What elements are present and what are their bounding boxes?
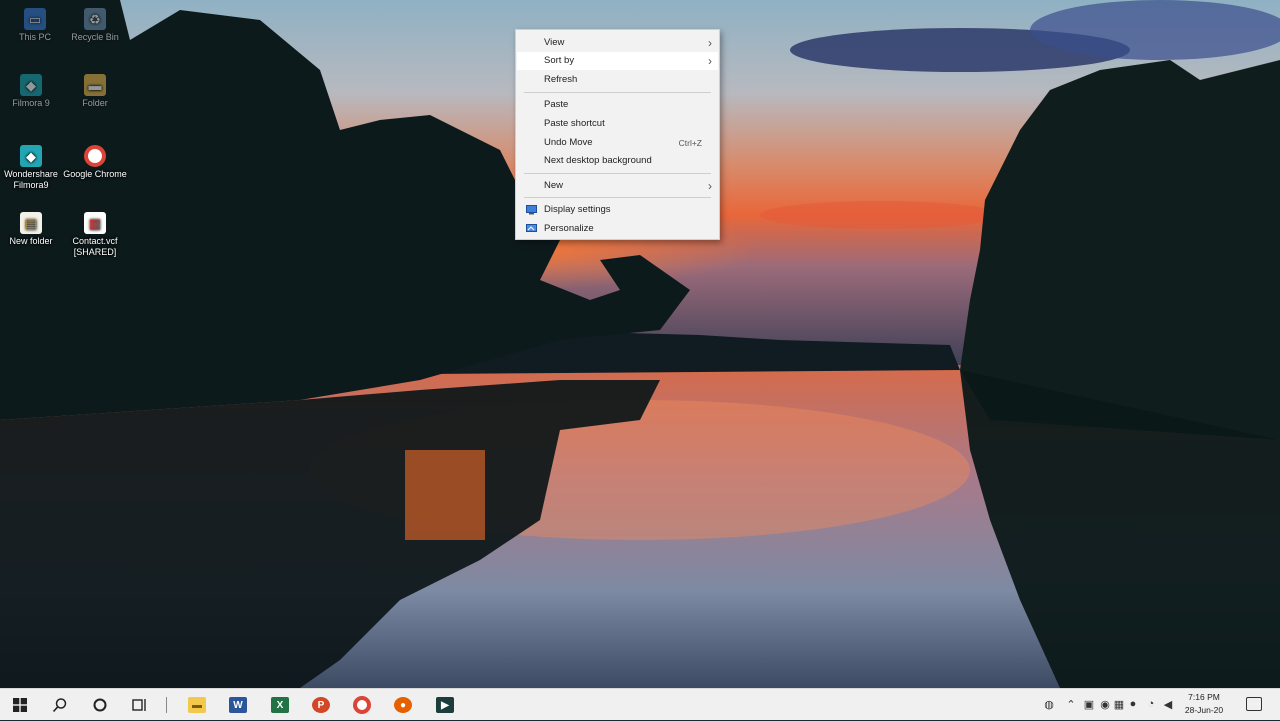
menu-item-label: Undo Move [544, 137, 593, 148]
taskbar-divider [166, 697, 167, 713]
desktop-icon-folder[interactable]: ▬ Folder [62, 74, 128, 109]
menu-item-label: Next desktop background [544, 155, 652, 166]
taskbar-firefox[interactable]: ● [383, 689, 423, 721]
taskbar-clock[interactable]: 7:16 PM 28-Jun-20 [1180, 691, 1228, 717]
chevron-right-icon: › [708, 179, 712, 193]
menu-item-label: Refresh [544, 74, 578, 85]
desktop-icon-label: Filmora 9 [12, 98, 50, 108]
vcf-file-icon: ▥ [84, 212, 106, 234]
search-icon [52, 698, 67, 713]
notification-center-icon[interactable] [1246, 697, 1262, 711]
tray-app-icon[interactable]: ▦ [1112, 697, 1126, 711]
taskbar-word[interactable]: W [218, 689, 258, 721]
desktop-icon-new-folder[interactable]: ▤ New folder [0, 212, 64, 247]
desktop-icon-label: This PC [18, 32, 51, 42]
chevron-right-icon: › [708, 54, 712, 68]
menu-item-label: Sort by [544, 55, 575, 66]
file-explorer-icon: ▬ [188, 697, 206, 713]
desktop-context-menu: View › Sort by › Refresh Paste Paste sho… [515, 29, 720, 240]
desktop-icon-label: Recycle Bin [71, 32, 119, 42]
taskbar: ▬ W X P ● ▶ ◍ ⌃ ▣ ◉ ▦ ● ◔ ◀ 7:16 PM 28-J… [0, 688, 1280, 720]
menu-item-label: View [544, 37, 565, 48]
folder-icon: ▬ [84, 74, 106, 96]
desktop-icon-label: New folder [9, 236, 53, 246]
chevron-right-icon: › [708, 36, 712, 50]
cortana-icon [93, 698, 107, 712]
menu-item-label: Display settings [544, 204, 611, 215]
word-icon: W [229, 697, 247, 713]
tray-app-icon[interactable]: ▣ [1082, 697, 1096, 711]
taskbar-excel[interactable]: X [260, 689, 300, 721]
menu-separator [524, 92, 711, 93]
start-button[interactable] [0, 689, 40, 721]
desktop-icon-recycle-bin[interactable]: ♻ Recycle Bin [62, 8, 128, 43]
clock-date: 28-Jun-20 [1184, 705, 1224, 715]
taskbar-file-explorer[interactable]: ▬ [177, 689, 217, 721]
menu-item-label: Paste [544, 99, 569, 110]
desktop-icon-google-chrome[interactable]: Google Chrome [62, 145, 128, 180]
personalize-icon [526, 224, 537, 232]
search-button[interactable] [40, 689, 80, 721]
recycle-bin-icon: ♻ [84, 8, 106, 30]
desktop-icon-label: Contact.vcf [SHARED] [72, 236, 118, 257]
menu-item-undo-move[interactable]: Undo Move Ctrl+Z [517, 134, 718, 152]
chrome-icon [353, 696, 371, 714]
volume-icon[interactable]: ◀ [1161, 697, 1175, 711]
chevron-up-icon[interactable]: ⌃ [1064, 697, 1078, 711]
menu-item-shortcut: Ctrl+Z [678, 138, 702, 148]
menu-item-display-settings[interactable]: Display settings [517, 201, 718, 219]
desktop-icon-label: Google Chrome [63, 169, 127, 179]
menu-item-paste[interactable]: Paste [517, 96, 718, 114]
menu-separator [524, 173, 711, 174]
desktop-icon-contact-vcf[interactable]: ▥ Contact.vcf [SHARED] [62, 212, 128, 258]
menu-item-new[interactable]: New › [517, 177, 718, 195]
menu-item-next-desktop-background[interactable]: Next desktop background [517, 152, 718, 170]
file-icon: ▤ [20, 212, 42, 234]
microphone-icon[interactable]: ● [1126, 697, 1140, 711]
taskbar-chrome[interactable] [342, 689, 382, 721]
wifi-icon[interactable]: ◔ [1144, 697, 1158, 711]
filmora-taskbar-icon: ▶ [436, 697, 454, 713]
desktop-icon-filmora[interactable]: ◆ Filmora 9 [0, 74, 64, 109]
powerpoint-icon: P [312, 697, 330, 713]
desktop-icon-wondershare-filmora[interactable]: ◆ Wondershare Filmora9 [0, 145, 64, 191]
network-people-icon[interactable]: ◍ [1042, 697, 1056, 711]
menu-item-paste-shortcut[interactable]: Paste shortcut [517, 115, 718, 133]
computer-icon: ▭ [24, 8, 46, 30]
menu-item-label: Personalize [544, 223, 594, 234]
filmora-app-icon: ◆ [20, 145, 42, 167]
firefox-icon: ● [394, 697, 412, 713]
desktop-icon-label: Wondershare Filmora9 [4, 169, 58, 190]
menu-item-personalize[interactable]: Personalize [517, 220, 718, 238]
taskbar-filmora[interactable]: ▶ [425, 689, 465, 721]
taskbar-powerpoint[interactable]: P [301, 689, 341, 721]
task-view-icon [132, 699, 146, 711]
desktop-icon-label: Folder [82, 98, 108, 108]
menu-item-refresh[interactable]: Refresh [517, 71, 718, 89]
menu-item-label: New [544, 180, 564, 191]
menu-separator [524, 197, 711, 198]
tray-app-icon[interactable]: ◉ [1098, 697, 1112, 711]
cortana-button[interactable] [80, 689, 120, 721]
filmora-icon: ◆ [20, 74, 42, 96]
menu-item-sort-by[interactable]: Sort by › [517, 52, 718, 70]
menu-item-label: Paste shortcut [544, 118, 605, 129]
excel-icon: X [271, 697, 289, 713]
desktop-icons-area: ▭ This PC ♻ Recycle Bin ◆ Filmora 9 ▬ Fo… [0, 0, 140, 280]
chrome-icon [84, 145, 106, 167]
display-settings-icon [526, 205, 537, 215]
desktop-icon-this-pc[interactable]: ▭ This PC [2, 8, 68, 43]
task-view-button[interactable] [120, 689, 160, 721]
menu-item-view[interactable]: View › [517, 34, 718, 52]
start-icon [13, 698, 27, 712]
clock-time: 7:16 PM [1188, 692, 1220, 702]
